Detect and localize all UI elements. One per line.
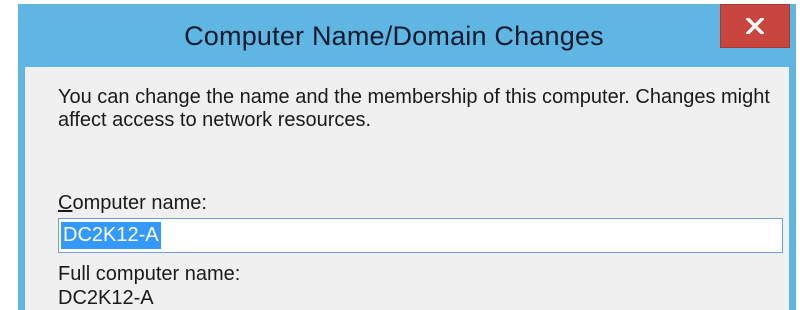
computer-name-input[interactable]: DC2K12-A [58, 218, 783, 253]
computer-name-input-value: DC2K12-A [61, 222, 161, 249]
dialog-window: Computer Name/Domain Changes You can cha… [18, 4, 796, 310]
dialog-title: Computer Name/Domain Changes [184, 21, 604, 51]
close-icon [746, 18, 764, 34]
description-text: You can change the name and the membersh… [58, 86, 770, 131]
full-computer-name-value: DC2K12-A [58, 287, 154, 309]
computer-name-label-accelerator: C [58, 192, 73, 214]
dialog-body: You can change the name and the membersh… [25, 67, 789, 310]
computer-name-label: Computer name: [58, 192, 207, 215]
screenshot-frame: Computer Name/Domain Changes You can cha… [0, 0, 808, 310]
computer-name-label-text: omputer name: [72, 192, 207, 214]
title-bar[interactable]: Computer Name/Domain Changes [18, 4, 796, 67]
close-button[interactable] [720, 4, 790, 48]
full-computer-name-label: Full computer name: [58, 263, 241, 285]
